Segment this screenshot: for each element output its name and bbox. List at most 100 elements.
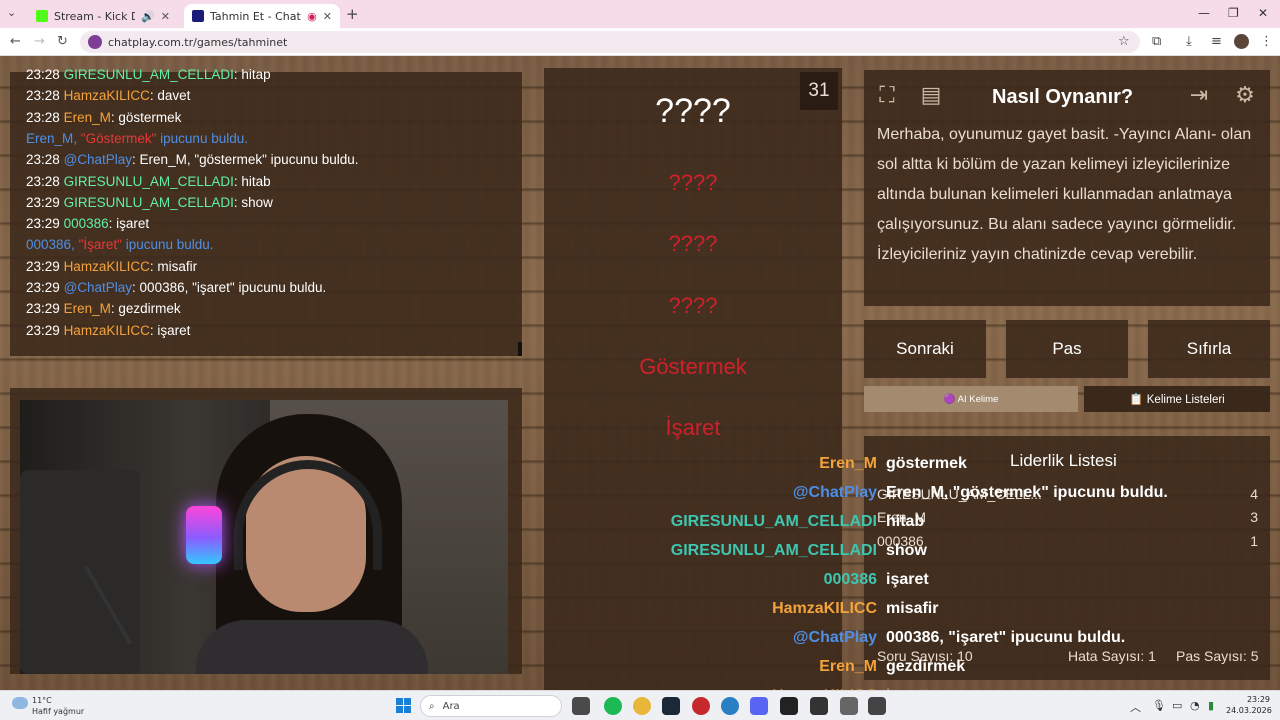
media-control-icon[interactable]: ≡: [1211, 34, 1222, 49]
notes-icon[interactable]: ▤: [916, 80, 946, 110]
chat-message: 23:29 HamzaKILICC: misafir: [26, 259, 197, 274]
wifi-icon[interactable]: ◔: [1190, 699, 1200, 712]
hint-word-4: Göstermek: [639, 354, 747, 379]
ai-word-tab[interactable]: 🟣 AI Kelime: [864, 386, 1078, 412]
chair-shape: [20, 470, 140, 674]
minimize-icon[interactable]: —: [1198, 6, 1210, 20]
webcam-feed: [20, 400, 508, 674]
site-info-icon[interactable]: [88, 35, 102, 49]
chat-text: ipucunu buldu.: [156, 130, 248, 146]
chat-message: 23:28 Eren_M: göstermek: [26, 110, 181, 125]
close-tab-icon[interactable]: ✕: [161, 10, 170, 23]
obs-icon[interactable]: [780, 697, 798, 715]
overlay-message: işaret: [886, 571, 929, 588]
leaderboard-score: 3: [1250, 509, 1258, 525]
how-to-play-title: Nasıl Oynanır?: [992, 86, 1134, 108]
mic-icon[interactable]: 🎙: [1152, 699, 1166, 712]
discord-icon[interactable]: [750, 697, 768, 715]
speaker-icon[interactable]: 🔊: [141, 10, 155, 23]
chat-username[interactable]: HamzaKILICC: [64, 88, 150, 103]
chat-username[interactable]: 000386,: [26, 237, 75, 252]
chat-username[interactable]: 000386: [64, 216, 109, 231]
chat-username[interactable]: @ChatPlay: [64, 152, 132, 167]
word-lists-tab[interactable]: 📋 Kelime Listeleri: [1084, 386, 1270, 412]
leaderboard-title: Liderlik Listesi: [1010, 451, 1117, 470]
close-window-icon[interactable]: ✕: [1258, 6, 1268, 20]
next-button[interactable]: Sonraki: [864, 320, 986, 378]
back-icon[interactable]: ←: [10, 34, 21, 49]
reset-button[interactable]: Sıfırla: [1148, 320, 1270, 378]
chat-message: 23:29 HamzaKILICC: işaret: [26, 323, 190, 338]
new-tab-icon[interactable]: +: [346, 5, 359, 23]
chat-username[interactable]: Eren_M: [64, 301, 111, 316]
chatplay-favicon-icon: [192, 10, 204, 22]
close-tab-icon[interactable]: ✕: [323, 10, 332, 23]
cloud-rain-icon: [12, 697, 28, 709]
download-icon[interactable]: ⤓: [1186, 34, 1192, 49]
settings-gear-icon[interactable]: ⚙: [1230, 80, 1260, 110]
overlay-username: Eren_M: [819, 455, 877, 472]
app-icon[interactable]: [810, 697, 828, 715]
overlay-message: 000386, "işaret" ipucunu buldu.: [886, 629, 1126, 646]
steam-icon[interactable]: [662, 697, 680, 715]
hint-word-2: ????: [668, 231, 718, 256]
overlay-username: GIRESUNLU_AM_CELLADI: [670, 542, 877, 559]
profile-avatar[interactable]: [1234, 34, 1249, 49]
chat-found-word: "İşaret": [78, 237, 122, 253]
spotify-icon[interactable]: [604, 697, 622, 715]
chrome-icon[interactable]: [633, 697, 651, 715]
forward-icon[interactable]: →: [34, 34, 45, 49]
opera-icon[interactable]: [692, 697, 710, 715]
app-icon[interactable]: [840, 697, 858, 715]
overlay-message: Eren_M, "göstermek" ipucunu buldu.: [886, 484, 1168, 501]
chat-found-word: "Göstermek": [80, 130, 157, 146]
weather-widget[interactable]: 11°C Hafif yağmur: [12, 695, 84, 717]
menu-kebab-icon[interactable]: ⋮: [1260, 34, 1273, 49]
chat-text: : hitap: [233, 67, 271, 82]
display-icon[interactable]: ▭: [1172, 699, 1182, 712]
chat-username[interactable]: HamzaKILICC: [64, 259, 150, 274]
bookmark-star-icon[interactable]: ☆: [1118, 34, 1130, 49]
pass-button[interactable]: Pas: [1006, 320, 1128, 378]
chat-username[interactable]: Eren_M,: [26, 131, 77, 146]
chat-username[interactable]: HamzaKILICC: [64, 323, 150, 338]
file-explorer-icon[interactable]: [572, 697, 590, 715]
chat-username[interactable]: GIRESUNLU_AM_CELLADI: [64, 67, 234, 82]
chat-username[interactable]: GIRESUNLU_AM_CELLADI: [64, 174, 234, 189]
taskbar-search[interactable]: ⌕ Ara: [420, 695, 562, 717]
tab-chatplay[interactable]: Tahmin Et - ChatPlay ◉ ✕: [184, 4, 340, 28]
tab-search-chevron-icon[interactable]: ⌄: [7, 6, 16, 19]
chat-time: 23:29: [26, 194, 60, 210]
tab-kick-dashboard[interactable]: Stream - Kick Dashboard 🔊 ✕: [28, 4, 178, 28]
url-bar[interactable]: chatplay.com.tr/games/tahminet: [80, 31, 1140, 53]
chat-message: 23:29 000386: işaret: [26, 216, 149, 231]
chat-scrollbar-thumb[interactable]: [518, 342, 522, 356]
search-placeholder: Ara: [442, 700, 460, 712]
chat-message: 000386, "İşaret" ipucunu buldu.: [26, 237, 214, 252]
clock-time: 23:29: [1246, 695, 1270, 704]
fullscreen-icon[interactable]: ⛶: [872, 80, 902, 110]
secret-word: ????: [655, 92, 731, 130]
reload-icon[interactable]: ↻: [57, 34, 68, 49]
chat-message: 23:28 GIRESUNLU_AM_CELLADI: hitap: [26, 67, 271, 82]
hint-word-3: ????: [668, 293, 718, 318]
logout-icon[interactable]: ⇥: [1184, 80, 1214, 110]
chat-username[interactable]: @ChatPlay: [64, 280, 132, 295]
rgb-microphone-shape: [186, 506, 222, 564]
extensions-icon[interactable]: ⧉: [1152, 34, 1161, 49]
taskbar-clock[interactable]: 23:29 24.03.2026: [1226, 694, 1272, 716]
chat-username[interactable]: GIRESUNLU_AM_CELLADI: [64, 195, 234, 210]
weather-temp: 11°C: [32, 696, 52, 705]
c-app-icon[interactable]: [721, 697, 739, 715]
maximize-icon[interactable]: ❐: [1228, 6, 1239, 20]
tab-title: Stream - Kick Dashboard: [54, 9, 135, 23]
windows-start-icon[interactable]: [396, 698, 411, 713]
windows-taskbar: 11°C Hafif yağmur ⌕ Ara ︿ 🎙 ▭ ◔ ▮ 23:29 …: [0, 690, 1280, 720]
tab-title: Tahmin Et - ChatPlay: [210, 9, 301, 23]
chat-username[interactable]: Eren_M: [64, 110, 111, 125]
app-icon[interactable]: [868, 697, 886, 715]
chat-text: : show: [233, 194, 273, 210]
tray-chevron-icon[interactable]: ︿: [1130, 699, 1141, 715]
overlay-message: show: [886, 542, 927, 559]
battery-icon[interactable]: ▮: [1208, 699, 1214, 712]
